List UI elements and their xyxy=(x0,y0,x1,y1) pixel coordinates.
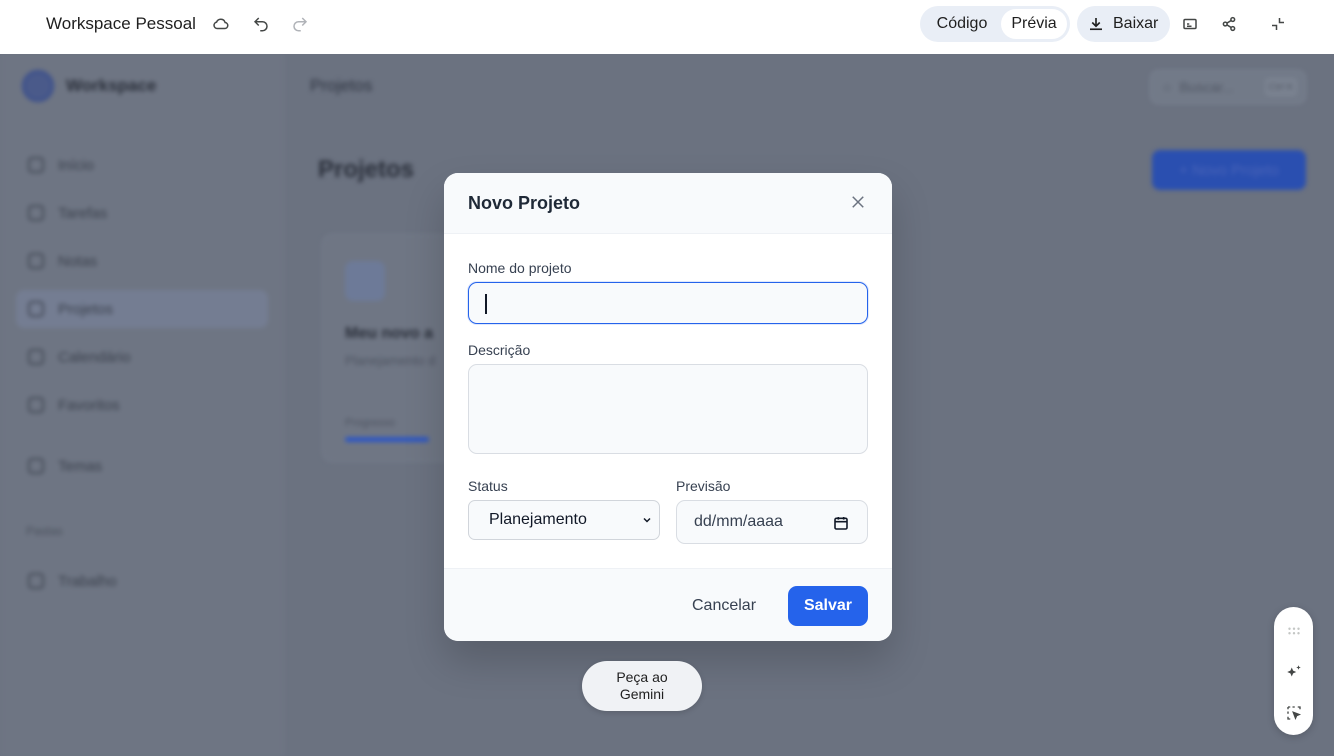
status-label: Status xyxy=(468,478,508,494)
star-icon xyxy=(28,397,44,413)
download-label: Baixar xyxy=(1113,15,1159,32)
note-icon xyxy=(28,253,44,269)
close-icon[interactable] xyxy=(846,190,870,214)
ask-gemini-line-1: Peça ao xyxy=(616,669,668,685)
progress-label: Progresso xyxy=(345,417,396,429)
brand-logo-icon xyxy=(22,70,54,102)
new-project-modal: Novo Projeto Nome do projeto Descrição S… xyxy=(444,173,892,641)
search-shortcut: Ctrl K xyxy=(1265,78,1297,96)
sparkle-icon[interactable] xyxy=(1284,662,1304,682)
sidebar-section-label: Pastas xyxy=(26,524,63,538)
calendar-icon xyxy=(28,349,44,365)
brand-name: Workspace xyxy=(66,76,157,95)
download-icon xyxy=(1090,18,1102,31)
project-card-subtitle: Planejamento d xyxy=(345,353,436,368)
sidebar-item-label: Início xyxy=(58,156,94,174)
sidebar-item-label: Calendário xyxy=(58,348,131,366)
home-icon xyxy=(28,157,44,173)
sidebar-item-favoritos[interactable]: Favoritos xyxy=(16,386,268,424)
view-mode-toggle: Código Prévia xyxy=(920,6,1070,42)
collapse-icon[interactable] xyxy=(1267,13,1289,35)
share-icon[interactable] xyxy=(1218,13,1240,35)
text-caret xyxy=(485,294,487,314)
sidebar-item-label: Trabalho xyxy=(58,572,117,590)
modal-title: Novo Projeto xyxy=(468,193,581,213)
sidebar-item-label: Favoritos xyxy=(58,396,120,414)
flag-icon xyxy=(345,261,385,301)
sidebar-item-label: Notas xyxy=(58,252,98,270)
folder-icon xyxy=(28,301,44,317)
download-button[interactable]: Baixar xyxy=(1077,6,1170,42)
sidebar-item-label: Tarefas xyxy=(58,204,108,222)
code-mode-button[interactable]: Código xyxy=(923,9,1001,39)
sidebar-item-projetos[interactable]: Projetos xyxy=(16,290,268,328)
sidebar-item-inicio[interactable]: Início xyxy=(16,146,268,184)
sidebar-item-label: Projetos xyxy=(58,300,114,318)
project-card-title: Meu novo a xyxy=(345,325,434,342)
cloud-save-icon[interactable] xyxy=(210,13,232,35)
forecast-label: Previsão xyxy=(676,478,731,494)
floating-toolbar xyxy=(1274,607,1313,735)
search-placeholder: Buscar... xyxy=(1179,79,1234,95)
drag-handle-icon[interactable] xyxy=(1284,621,1304,641)
console-icon[interactable] xyxy=(1179,13,1201,35)
search-input[interactable]: ○ Buscar... Ctrl K xyxy=(1150,70,1306,104)
status-select[interactable]: Planejamento xyxy=(468,500,660,540)
date-placeholder: dd/mm/aaaa xyxy=(694,513,783,530)
description-textarea[interactable] xyxy=(468,364,868,454)
sidebar: Workspace Início Tarefas Notas Projetos … xyxy=(0,54,285,756)
ask-gemini-label: Peça ao Gemini xyxy=(616,669,667,703)
cancel-button[interactable]: Cancelar xyxy=(684,586,764,626)
sidebar-item-label: Temas xyxy=(58,457,103,475)
sidebar-item-calendario[interactable]: Calendário xyxy=(16,338,268,376)
new-project-button[interactable]: + Novo Projeto xyxy=(1152,150,1306,190)
ask-gemini-button[interactable]: Peça ao Gemini xyxy=(582,661,702,711)
page-title: Projetos xyxy=(318,156,415,183)
select-element-icon[interactable] xyxy=(1284,703,1304,723)
status-selected-value: Planejamento xyxy=(489,511,587,528)
chevron-down-icon xyxy=(643,517,651,523)
project-name-input[interactable] xyxy=(468,282,868,324)
workspace-title: Workspace Pessoal xyxy=(46,14,196,33)
top-bar: Workspace Pessoal Código Prévia Baixar xyxy=(0,0,1334,54)
forecast-date-input[interactable]: dd/mm/aaaa xyxy=(676,500,868,544)
undo-icon[interactable] xyxy=(250,13,272,35)
preview-mode-button[interactable]: Prévia xyxy=(1001,9,1067,39)
header-title: Projetos xyxy=(310,76,373,95)
modal-header: Novo Projeto xyxy=(444,173,892,234)
folder-icon xyxy=(28,573,44,589)
palette-icon xyxy=(28,458,44,474)
description-label: Descrição xyxy=(468,342,531,358)
project-name-label: Nome do projeto xyxy=(468,260,572,276)
save-button[interactable]: Salvar xyxy=(788,586,868,626)
check-icon xyxy=(28,205,44,221)
sidebar-item-temas[interactable]: Temas xyxy=(16,447,268,485)
modal-footer: Cancelar Salvar xyxy=(444,568,892,641)
sidebar-item-notas[interactable]: Notas xyxy=(16,242,268,280)
sidebar-item-tarefas[interactable]: Tarefas xyxy=(16,194,268,232)
redo-icon[interactable] xyxy=(289,13,311,35)
progress-bar xyxy=(345,437,429,442)
sidebar-item-trabalho[interactable]: Trabalho xyxy=(16,562,268,600)
ask-gemini-line-2: Gemini xyxy=(619,686,665,702)
search-icon: ○ xyxy=(1163,79,1172,95)
calendar-icon[interactable] xyxy=(833,515,849,531)
